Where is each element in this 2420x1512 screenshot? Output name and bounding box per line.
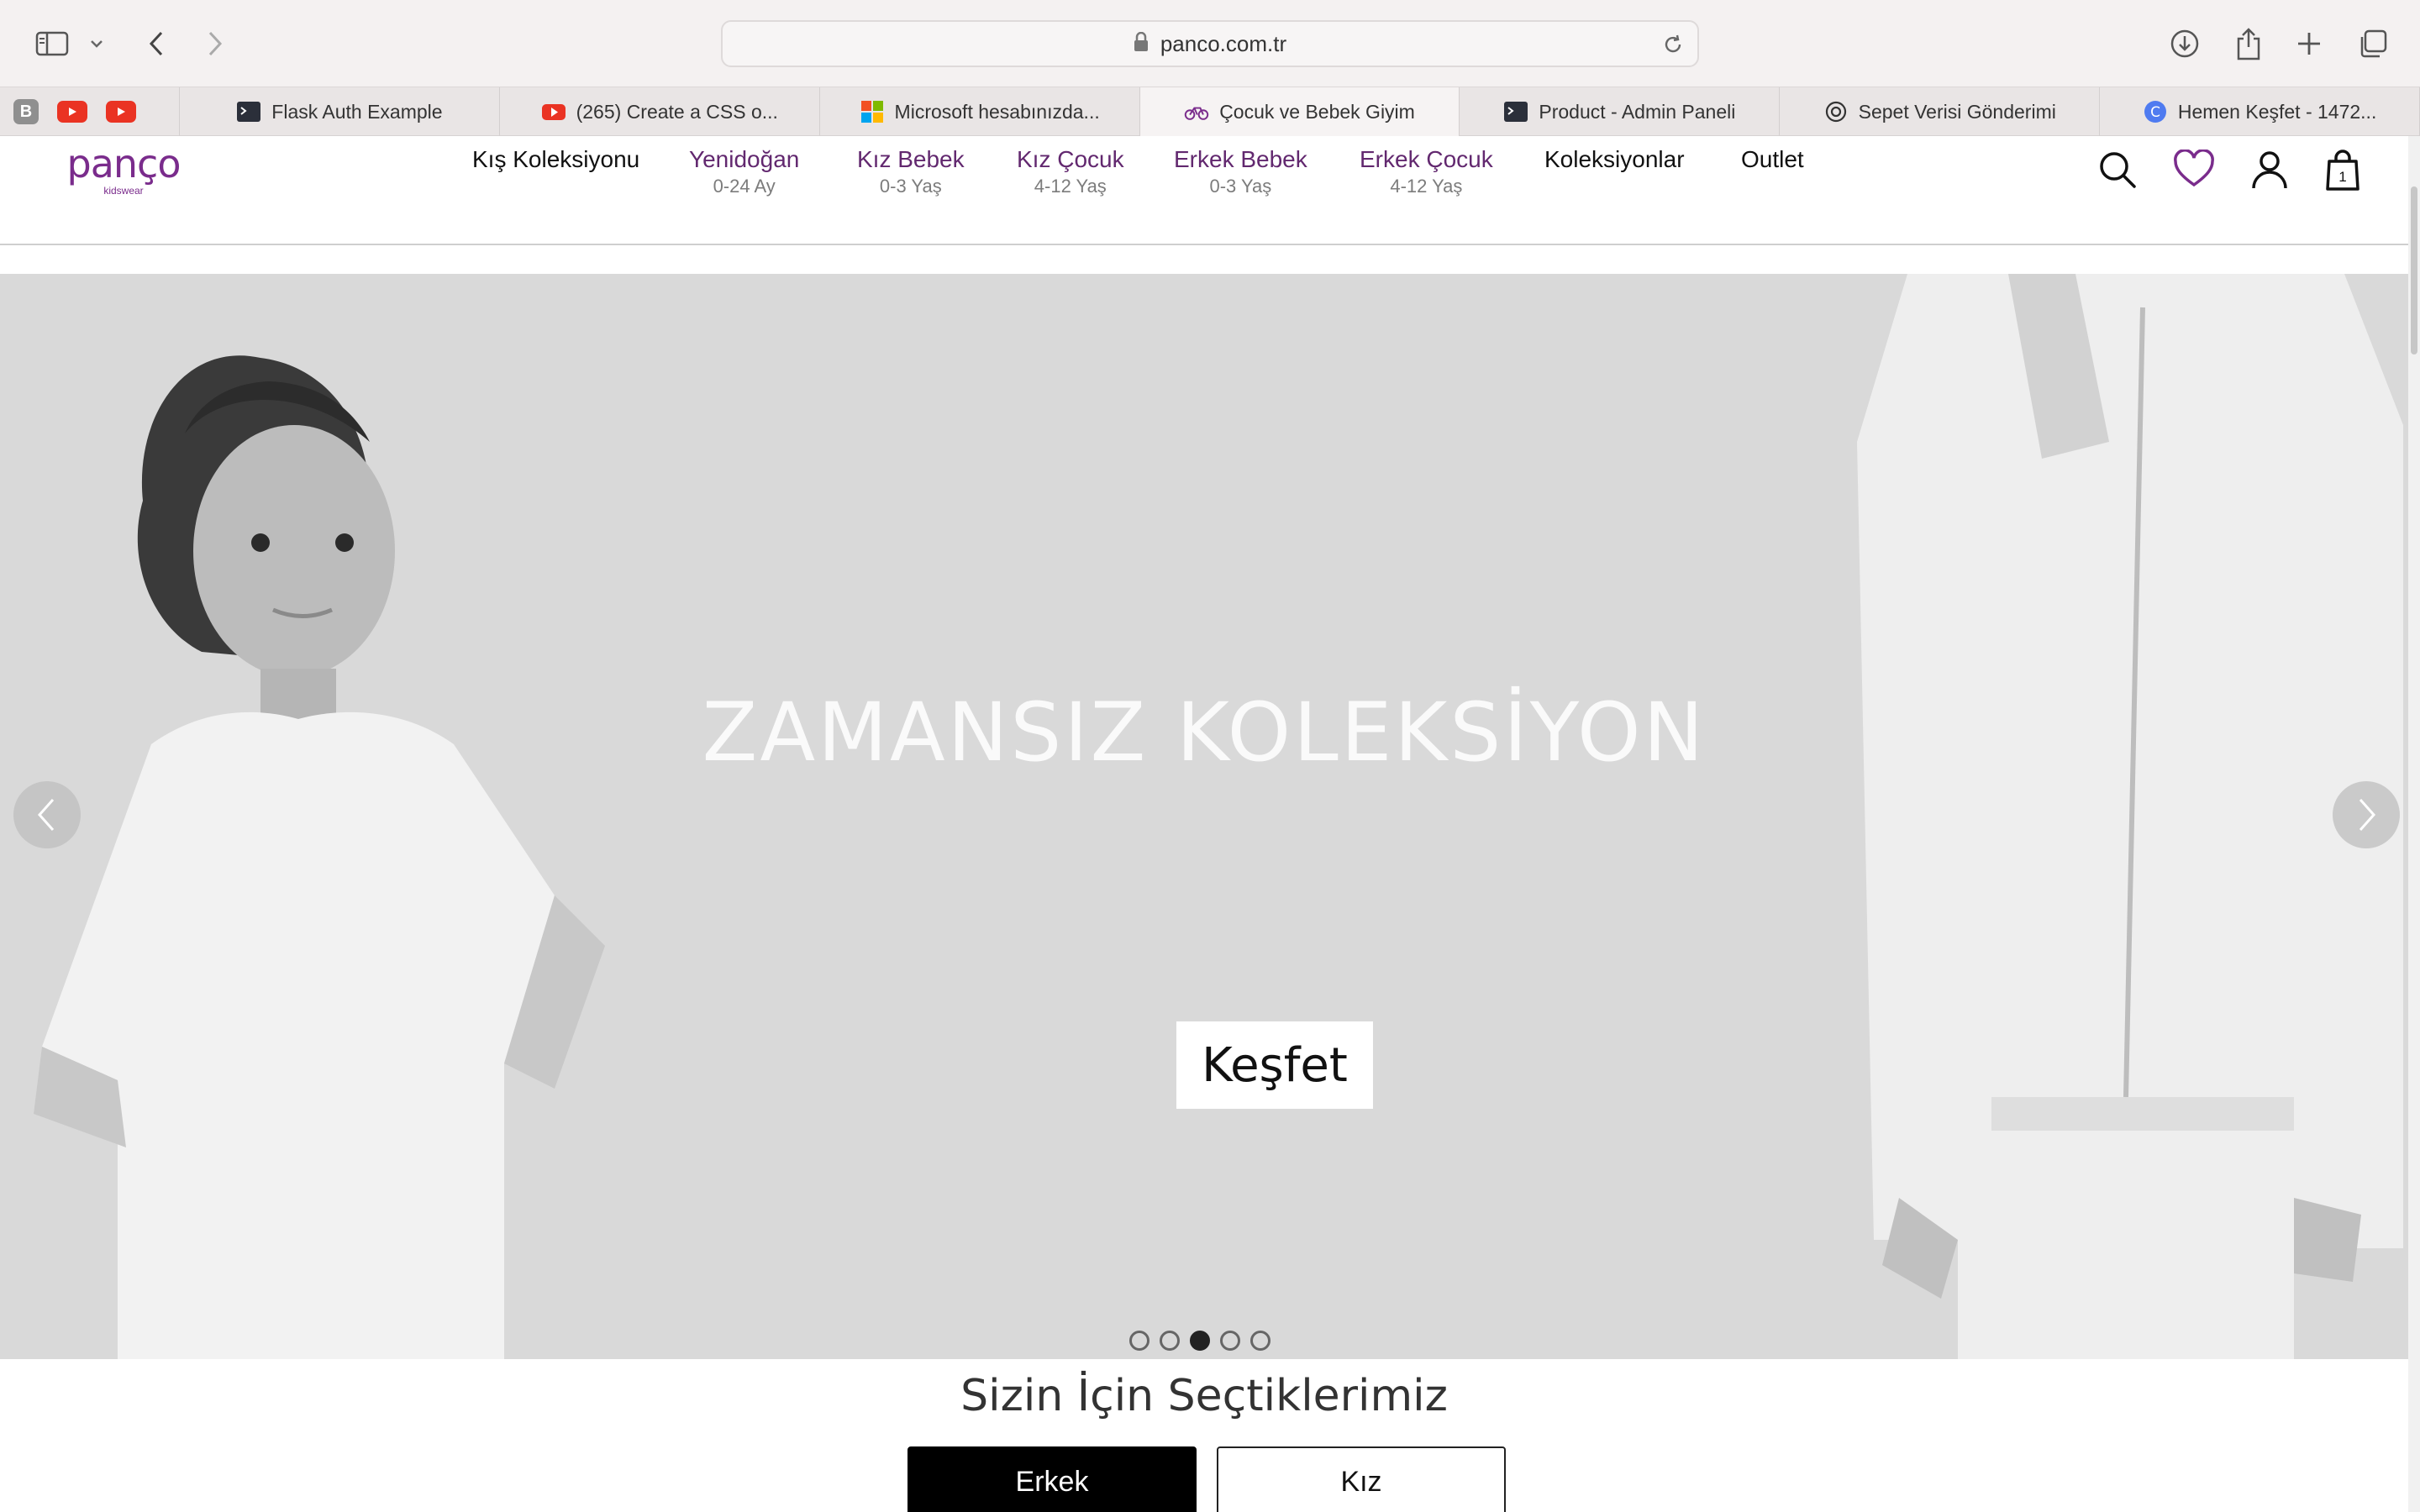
search-icon[interactable] (2097, 150, 2138, 194)
shopping-bag-icon[interactable]: 1 (2324, 150, 2361, 196)
slider-next-button[interactable] (2333, 781, 2400, 848)
chevron-down-icon[interactable] (84, 18, 109, 69)
browser-toolbar: panco.com.tr (0, 0, 2420, 87)
reload-icon[interactable] (1662, 34, 1684, 60)
chevron-right-icon (2359, 799, 2376, 831)
erkek-filter-button[interactable]: Erkek (908, 1446, 1197, 1512)
slider-dot-1[interactable] (1129, 1331, 1150, 1351)
nav-sublabel: 0-3 Yaş (879, 176, 942, 197)
tab-sepet-verisi[interactable]: Sepet Verisi Gönderimi (1780, 87, 2101, 136)
nav-label: Erkek Bebek (1174, 146, 1307, 172)
back-button[interactable] (139, 18, 173, 69)
site-logo[interactable]: panço kidswear (60, 144, 187, 197)
tab-title: Flask Auth Example (271, 100, 443, 123)
openai-icon (1825, 101, 1846, 123)
logo-brand: panço (66, 141, 182, 186)
c-logo-icon: C (2144, 101, 2166, 123)
nav-label: Koleksiyonlar (1544, 146, 1685, 172)
sidebar-toggle-icon[interactable] (32, 18, 72, 69)
nav-kiz-bebek[interactable]: Kız Bebek 0-3 Yaş (857, 144, 965, 198)
tab-bar: B Flask Auth Example (265) Create a CSS … (0, 87, 2420, 136)
logo-sub: kidswear (103, 185, 144, 197)
nav-erkek-bebek[interactable]: Erkek Bebek 0-3 Yaş (1174, 144, 1307, 198)
youtube-icon (118, 108, 125, 116)
hero-image-left-child (34, 355, 605, 1359)
hero-slider: ZAMANSIZ KOLEKSİYON Keşfet (0, 274, 2408, 1359)
chevron-left-icon (37, 799, 55, 831)
pinned-tab-youtube[interactable] (57, 101, 87, 123)
share-icon[interactable] (2230, 18, 2267, 69)
address-bar[interactable]: panco.com.tr (721, 20, 1699, 67)
nav-koleksiyonlar[interactable]: Koleksiyonlar (1544, 144, 1685, 175)
nav-label: Yenidoğan (689, 146, 800, 172)
user-icon[interactable] (2250, 150, 2289, 194)
pinned-tab-b[interactable]: B (13, 99, 39, 124)
downloads-icon[interactable] (2166, 18, 2203, 69)
slider-dot-4[interactable] (1220, 1331, 1240, 1351)
heart-icon[interactable] (2173, 149, 2215, 192)
tab-title: Microsoft hesabınızda... (894, 100, 1100, 123)
picks-section-title: Sizin İçin Seçtiklerimiz (960, 1371, 1448, 1421)
tab-admin-panel[interactable]: Product - Admin Paneli (1460, 87, 1781, 136)
nav-kiz-cocuk[interactable]: Kız Çocuk 4-12 Yaş (1017, 144, 1124, 198)
svg-text:C: C (2150, 104, 2160, 121)
b-letter-icon: B (19, 102, 33, 121)
tab-title: Sepet Verisi Gönderimi (1858, 100, 2056, 123)
tab-youtube-css[interactable]: (265) Create a CSS o... (500, 87, 820, 136)
nav-yenidogan[interactable]: Yenidoğan 0-24 Ay (689, 144, 799, 198)
terminal-icon (1504, 102, 1528, 122)
nav-outlet[interactable]: Outlet (1741, 144, 1804, 175)
hero-title: ZAMANSIZ KOLEKSİYON (702, 685, 1707, 780)
nav-erkek-cocuk[interactable]: Erkek Çocuk 4-12 Yaş (1360, 144, 1493, 198)
nav-label: Kız Çocuk (1017, 146, 1124, 172)
slider-prev-button[interactable] (13, 781, 81, 848)
hero-image-right-child (1857, 274, 2403, 1359)
scrollbar-thumb[interactable] (2411, 186, 2417, 354)
nav-kis-koleksiyonu[interactable]: Kış Koleksiyonu (472, 144, 639, 175)
cart-count: 1 (2338, 169, 2346, 185)
youtube-icon (69, 108, 76, 116)
slider-dot-3[interactable] (1190, 1331, 1210, 1351)
pinned-tabs: B (0, 87, 180, 136)
bicycle-icon (1184, 107, 1209, 120)
lock-icon (1134, 31, 1149, 56)
tab-cocuk-bebek[interactable]: Çocuk ve Bebek Giyim (1139, 87, 1460, 136)
tab-title: (265) Create a CSS o... (576, 100, 778, 123)
tab-microsoft[interactable]: Microsoft hesabınızda... (820, 87, 1140, 136)
terminal-icon (237, 102, 261, 122)
kiz-filter-button[interactable]: Kız (1217, 1446, 1506, 1512)
tab-overview-icon[interactable] (2354, 18, 2391, 69)
nav-label: Kız Bebek (857, 146, 965, 172)
slider-dots (1129, 1331, 1270, 1351)
kesfet-button[interactable]: Keşfet (1176, 1021, 1373, 1109)
nav-label: Erkek Çocuk (1360, 146, 1493, 172)
nav-sublabel: 4-12 Yaş (1390, 176, 1463, 197)
slider-dot-5[interactable] (1250, 1331, 1270, 1351)
tab-title: Çocuk ve Bebek Giyim (1219, 100, 1415, 123)
youtube-icon (541, 104, 566, 120)
slider-dot-2[interactable] (1160, 1331, 1180, 1351)
page-scrollbar[interactable] (2408, 136, 2420, 1512)
pinned-tab-youtube-2[interactable] (106, 101, 136, 123)
forward-button[interactable] (198, 18, 232, 69)
nav-label: Outlet (1741, 146, 1804, 172)
nav-sublabel: 0-24 Ay (713, 176, 776, 197)
nav-sublabel: 4-12 Yaş (1034, 176, 1107, 197)
nav-sublabel: 0-3 Yaş (1209, 176, 1272, 197)
tab-title: Hemen Keşfet - 1472... (2177, 100, 2377, 123)
url-text: panco.com.tr (1160, 30, 1287, 56)
microsoft-icon (860, 101, 883, 123)
new-tab-icon[interactable] (2292, 18, 2326, 69)
site-header: panço kidswear Kış Koleksiyonu Yenidoğan… (0, 136, 2408, 245)
tab-flask-auth[interactable]: Flask Auth Example (180, 87, 500, 136)
tab-title: Product - Admin Paneli (1539, 100, 1736, 123)
nav-label: Kış Koleksiyonu (472, 146, 640, 172)
tab-hemen-kesfet[interactable]: C Hemen Keşfet - 1472... (2100, 87, 2420, 136)
